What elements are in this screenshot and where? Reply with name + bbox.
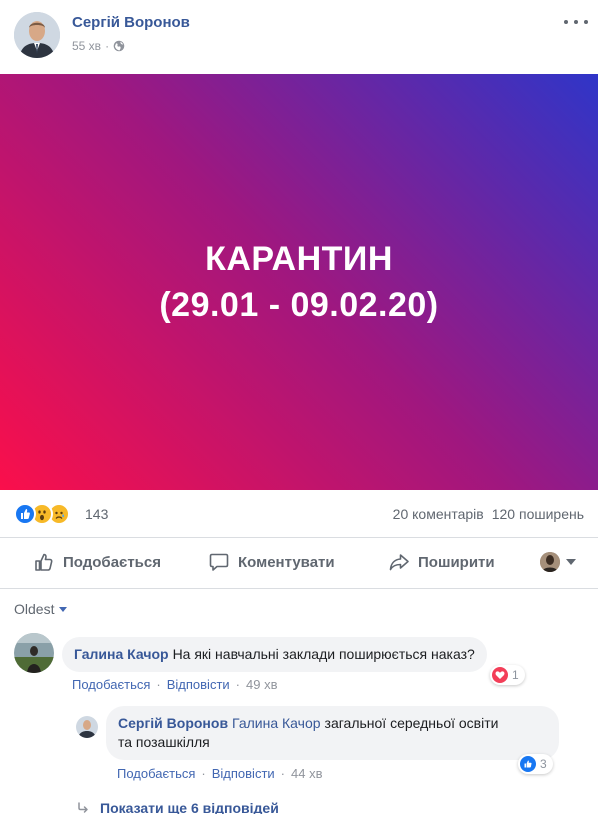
like-label: Подобається	[63, 553, 161, 571]
comment-bubble: Галина Качор На які навчальні заклади пош…	[62, 637, 487, 672]
meta-separator: ·	[105, 39, 110, 53]
share-button[interactable]: Поширити	[388, 551, 495, 573]
like-button[interactable]: Подобається	[33, 551, 161, 573]
reply-arrow-icon	[78, 802, 88, 813]
comment-button[interactable]: Коментувати	[208, 551, 335, 573]
reply-reaction-count: 3	[540, 757, 547, 771]
post-as-selector[interactable]	[540, 552, 576, 572]
reply-text-line2: та позашкілля	[118, 734, 210, 750]
comments-count[interactable]: 20 коментарів	[393, 506, 484, 522]
viewer-avatar	[540, 552, 560, 572]
show-more-replies-link[interactable]: Показати ще 6 відповідей	[76, 800, 279, 814]
banner-title: КАРАНТИН	[205, 240, 393, 278]
author-avatar[interactable]	[14, 12, 60, 58]
comment-actions: Подобається · Відповісти · 49 хв	[72, 677, 278, 692]
comment-reaction-count: 1	[512, 668, 519, 682]
like-icon	[14, 503, 36, 525]
share-icon	[389, 554, 409, 571]
post-meta: 55 хв ·	[72, 39, 125, 53]
more-options-icon[interactable]	[564, 12, 588, 32]
reply-time[interactable]: 44 хв	[291, 766, 322, 781]
comment-reply-link[interactable]: Відповісти	[167, 677, 230, 692]
comment-text: На які навчальні заклади поширюється нак…	[172, 646, 475, 662]
reply-like-link[interactable]: Подобається	[117, 766, 195, 781]
post-banner[interactable]: КАРАНТИН (29.01 - 09.02.20)	[0, 74, 598, 490]
reply-actions: Подобається · Відповісти · 44 хв	[117, 766, 323, 781]
heart-icon	[492, 667, 508, 683]
show-more-replies-label: Показати ще 6 відповідей	[100, 800, 279, 814]
reply-bubble: Сергій Воронов Галина Качор загальної сере…	[106, 706, 559, 760]
reply-reaction-chip[interactable]: 3	[518, 754, 553, 774]
comment-like-link[interactable]: Подобається	[72, 677, 150, 692]
like-icon	[520, 756, 536, 772]
reply-author-avatar[interactable]	[76, 716, 98, 738]
reply-mention[interactable]: Галина Качор	[232, 715, 320, 731]
chevron-down-icon	[59, 606, 68, 612]
banner-dates: (29.01 - 09.02.20)	[159, 286, 439, 324]
commenter-avatar[interactable]	[14, 633, 54, 673]
reply-author-name[interactable]: Сергій Воронов	[118, 715, 228, 731]
post-header: Сергій Воронов 55 хв ·	[0, 0, 598, 74]
comment-reaction-chip[interactable]: 1	[490, 665, 525, 685]
stats-right: 20 коментарів 120 поширень	[393, 506, 584, 522]
post-actions: Подобається Коментувати Поширити	[0, 539, 598, 589]
commenter-name[interactable]: Галина Качор	[74, 646, 169, 662]
share-label: Поширити	[418, 553, 495, 571]
comment-icon	[209, 553, 229, 571]
reply-text-line1: загальної середньої освіти	[324, 715, 499, 731]
comment-order-dropdown[interactable]: Oldest	[14, 601, 68, 617]
thumbs-up-icon	[35, 553, 53, 571]
comment-order-label: Oldest	[14, 601, 55, 617]
chevron-down-icon	[566, 559, 576, 565]
post-stats: 143 20 коментарів 120 поширень	[0, 490, 598, 538]
comment-label: Коментувати	[238, 553, 335, 571]
reaction-count[interactable]: 143	[85, 506, 108, 522]
globe-icon[interactable]	[113, 40, 125, 52]
reply-reply-link[interactable]: Відповісти	[212, 766, 275, 781]
author-name[interactable]: Сергій Воронов	[72, 14, 190, 31]
comment-time[interactable]: 49 хв	[246, 677, 277, 692]
reaction-icons[interactable]	[14, 503, 70, 525]
post-time[interactable]: 55 хв	[72, 39, 101, 53]
shares-count[interactable]: 120 поширень	[492, 506, 584, 522]
